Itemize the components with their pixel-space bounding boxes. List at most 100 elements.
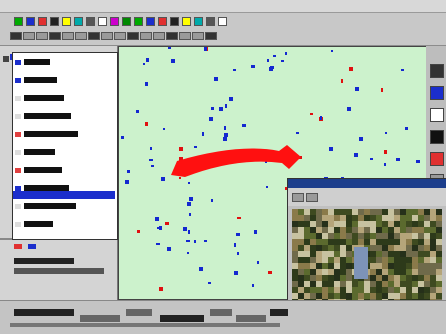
globe-icon[interactable] — [206, 17, 215, 26]
map-feature-point[interactable] — [225, 104, 227, 108]
zoom-out-icon[interactable] — [62, 17, 71, 26]
map-feature-point[interactable] — [252, 284, 254, 287]
map-feature-point[interactable] — [167, 247, 171, 251]
map-feature-point[interactable] — [183, 227, 187, 231]
map-feature-point[interactable] — [161, 177, 165, 181]
pan-icon[interactable] — [74, 17, 83, 26]
toolbar-button-row2[interactable] — [75, 32, 87, 40]
toolbar-button-row2[interactable] — [10, 32, 22, 40]
map-feature-point[interactable] — [310, 113, 313, 115]
photo-viewer-title-bar[interactable] — [288, 179, 446, 188]
toolbar-button-row2[interactable] — [192, 32, 204, 40]
map-feature-point[interactable] — [347, 107, 351, 111]
help-icon[interactable] — [182, 17, 191, 26]
map-feature-point[interactable] — [251, 65, 255, 68]
save-icon[interactable] — [26, 17, 35, 26]
map-feature-point[interactable] — [285, 52, 287, 55]
layer-icon[interactable] — [122, 17, 131, 26]
map-feature-point[interactable] — [151, 165, 154, 167]
timeline-slider[interactable] — [10, 323, 280, 327]
map-feature-point[interactable] — [229, 97, 233, 101]
grid-icon[interactable] — [194, 17, 203, 26]
layer-list[interactable] — [12, 52, 118, 240]
map-feature-point[interactable] — [188, 182, 190, 184]
side-tool-button[interactable] — [430, 86, 444, 100]
map-feature-point[interactable] — [381, 88, 383, 92]
map-feature-point[interactable] — [136, 110, 139, 113]
map-feature-point[interactable] — [188, 230, 190, 234]
map-feature-point[interactable] — [137, 230, 140, 233]
toolbar-button-row2[interactable] — [153, 32, 165, 40]
legend-icon[interactable] — [134, 17, 143, 26]
map-feature-point[interactable] — [149, 159, 153, 161]
map-feature-point[interactable] — [296, 132, 299, 134]
map-feature-point[interactable] — [187, 252, 189, 254]
map-feature-point[interactable] — [209, 117, 213, 121]
toolbar-button-row2[interactable] — [127, 32, 139, 40]
map-feature-point[interactable] — [125, 180, 129, 184]
refresh-icon[interactable] — [170, 17, 179, 26]
map-feature-point[interactable] — [234, 271, 238, 275]
map-feature-point[interactable] — [156, 243, 160, 245]
toolbar-button-row2[interactable] — [166, 32, 178, 40]
map-feature-point[interactable] — [179, 177, 181, 179]
map-feature-point[interactable] — [155, 217, 159, 221]
map-feature-point[interactable] — [159, 226, 162, 230]
side-tool-button[interactable] — [430, 152, 444, 166]
map-feature-point[interactable] — [341, 79, 343, 83]
map-feature-point[interactable] — [204, 240, 207, 242]
map-feature-point[interactable] — [267, 59, 269, 62]
map-feature-point[interactable] — [224, 126, 226, 130]
map-feature-point[interactable] — [223, 137, 227, 141]
toolbar-button-row2[interactable] — [49, 32, 61, 40]
side-tool-button[interactable] — [430, 64, 444, 78]
map-feature-point[interactable] — [355, 87, 359, 91]
map-feature-point[interactable] — [359, 137, 363, 141]
photo-prev-button[interactable] — [292, 193, 304, 202]
map-feature-point[interactable] — [159, 287, 163, 291]
map-feature-point[interactable] — [186, 240, 190, 242]
map-feature-point[interactable] — [214, 77, 218, 81]
map-feature-point[interactable] — [145, 122, 148, 126]
map-feature-point[interactable] — [384, 163, 386, 166]
map-feature-point[interactable] — [266, 186, 268, 188]
map-feature-point[interactable] — [224, 133, 228, 137]
photo-next-button[interactable] — [306, 193, 318, 202]
side-tool-button[interactable] — [430, 108, 444, 122]
map-feature-point[interactable] — [189, 197, 193, 201]
map-feature-point[interactable] — [179, 147, 183, 151]
map-feature-point[interactable] — [416, 160, 420, 163]
map-feature-point[interactable] — [257, 261, 259, 264]
photo-icon[interactable] — [146, 17, 155, 26]
map-feature-point[interactable] — [194, 240, 196, 243]
map-feature-point[interactable] — [194, 146, 197, 148]
identify-icon[interactable] — [86, 17, 95, 26]
map-feature-point[interactable] — [168, 47, 171, 49]
map-feature-point[interactable] — [199, 267, 203, 271]
map-feature-point[interactable] — [254, 230, 257, 234]
map-feature-point[interactable] — [268, 271, 272, 274]
print-icon[interactable] — [38, 17, 47, 26]
toolbar-button-row2[interactable] — [23, 32, 35, 40]
map-feature-point[interactable] — [171, 59, 175, 63]
map-feature-point[interactable] — [281, 60, 284, 62]
map-feature-point[interactable] — [370, 158, 373, 160]
map-feature-point[interactable] — [242, 124, 246, 127]
info-icon[interactable] — [218, 17, 227, 26]
map-feature-point[interactable] — [146, 58, 149, 62]
map-feature-point[interactable] — [211, 199, 213, 202]
toolbar-button-row2[interactable] — [88, 32, 100, 40]
toolbar-button-row2[interactable] — [36, 32, 48, 40]
map-feature-point[interactable] — [165, 222, 169, 225]
map-feature-point[interactable] — [187, 202, 191, 206]
map-feature-point[interactable] — [202, 132, 204, 136]
map-feature-point[interactable] — [405, 127, 408, 130]
panel-collapse-button[interactable] — [3, 56, 9, 62]
map-feature-point[interactable] — [349, 67, 353, 71]
selected-layer-highlight[interactable] — [13, 191, 115, 199]
map-feature-point[interactable] — [204, 47, 207, 51]
map-feature-point[interactable] — [320, 116, 322, 120]
toolbar-button-row2[interactable] — [140, 32, 152, 40]
query-icon[interactable] — [158, 17, 167, 26]
select-icon[interactable] — [98, 17, 107, 26]
